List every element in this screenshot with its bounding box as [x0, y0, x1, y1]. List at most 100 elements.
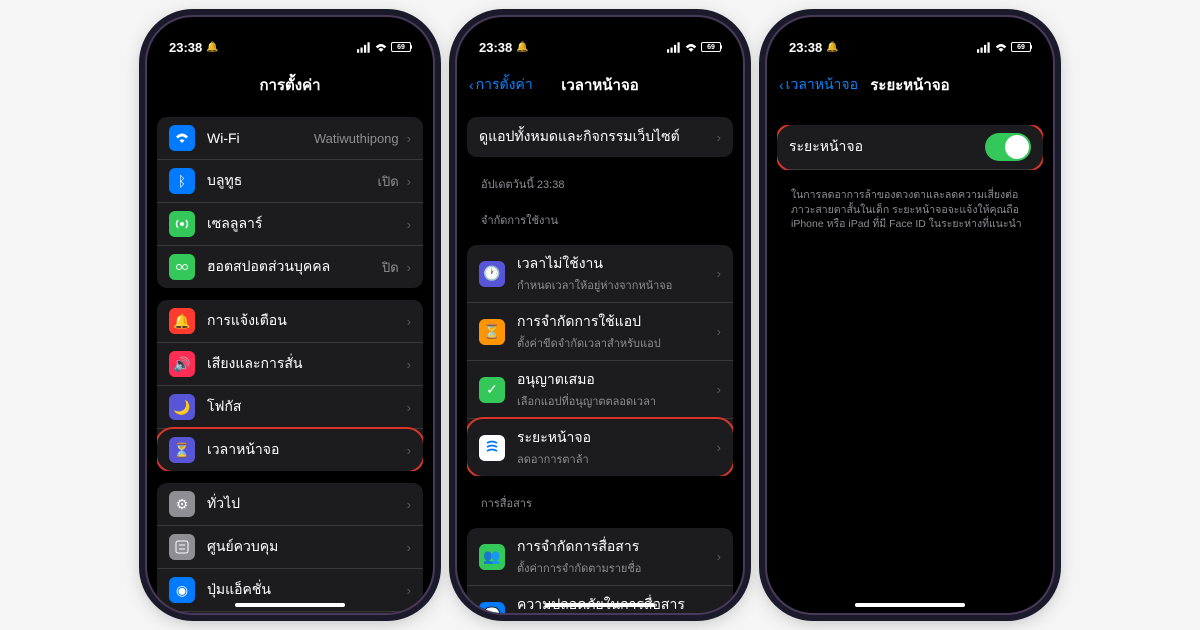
row-focus[interactable]: 🌙โฟกัส› — [157, 386, 423, 429]
row-comm-limits[interactable]: 👥การจำกัดการสื่อสารตั้งค่าการจำกัดตามราย… — [467, 528, 733, 586]
home-indicator[interactable] — [855, 603, 965, 607]
chevron-right-icon: › — [717, 382, 721, 397]
row-wifi[interactable]: Wi-FiWatiwuthipong› — [157, 117, 423, 160]
chevron-right-icon: › — [717, 549, 721, 564]
chevron-right-icon: › — [717, 266, 721, 281]
row-sounds[interactable]: 🔊 เสียงและการสั่น › — [157, 343, 423, 386]
row-subtitle: ลดอาการตาล้า — [517, 450, 713, 468]
row-label: ฮอตสปอตส่วนบุคคล — [207, 256, 382, 278]
downtime-icon: 🕐 — [479, 261, 505, 287]
page-title: การตั้งค่า — [259, 73, 320, 97]
chevron-right-icon: › — [407, 260, 411, 275]
chevron-right-icon: › — [407, 217, 411, 232]
bluetooth-icon: ᛒ — [169, 168, 195, 194]
comm-limits-icon: 👥 — [479, 544, 505, 570]
row-control-center[interactable]: ศูนย์ควบคุม › — [157, 526, 423, 569]
sounds-icon: 🔊 — [169, 351, 195, 377]
row-app-limits[interactable]: ⏳การจำกัดการใช้แอปตั้งค่าขีดจำกัดเวลาสำห… — [467, 303, 733, 361]
row-hotspot[interactable]: ฮอตสปอตส่วนบุคคลปิด › — [157, 246, 423, 288]
row-subtitle: กำหนดเวลาให้อยู่ห่างจากหน้าจอ — [517, 276, 713, 294]
action-button-icon: ◉ — [169, 577, 195, 603]
screentime-list[interactable]: ดูแอปทั้งหมดและกิจกรรมเว็บไซต์› อัปเดตวั… — [457, 105, 743, 613]
row-label: อนุญาตเสมอ — [517, 369, 713, 391]
row-display[interactable]: ☀จอภาพและความสว่าง› — [157, 612, 423, 613]
phone-screentime: 23:38🔔 69 ‹การตั้งค่า เวลาหน้าจอ ดูแอปทั… — [455, 15, 745, 615]
row-all-activity[interactable]: ดูแอปทั้งหมดและกิจกรรมเว็บไซต์› — [467, 117, 733, 157]
wifi-icon — [169, 125, 195, 151]
page-title: เวลาหน้าจอ — [561, 73, 639, 97]
home-indicator[interactable] — [545, 603, 655, 607]
nav-bar: การตั้งค่า — [147, 65, 433, 105]
chevron-right-icon: › — [407, 131, 411, 146]
row-always-allowed[interactable]: ✓อนุญาตเสมอเลือกแอปที่อนุญาตตลอดเวลา› — [467, 361, 733, 419]
home-indicator[interactable] — [235, 603, 345, 607]
toggle-label: ระยะหน้าจอ — [789, 136, 985, 158]
status-time: 23:38 — [169, 40, 202, 55]
chevron-left-icon: ‹ — [469, 77, 474, 93]
row-general[interactable]: ⚙ทั่วไป› — [157, 483, 423, 526]
row-comm-safety[interactable]: 💬ความปลอดภัยในการสื่อสารปกป้องจากเนื้อหา… — [467, 586, 733, 613]
page-title: ระยะหน้าจอ — [870, 73, 949, 97]
row-label: โฟกัส — [207, 396, 403, 418]
chevron-right-icon: › — [717, 607, 721, 613]
screen-distance-content: ระยะหน้าจอ ในการลดอาการล้าของดวงตาและลดค… — [767, 105, 1053, 613]
chevron-right-icon: › — [407, 174, 411, 189]
row-label: เวลาหน้าจอ — [207, 439, 403, 461]
hotspot-icon — [169, 254, 195, 280]
chevron-right-icon: › — [407, 497, 411, 512]
row-label: การแจ้งเตือน — [207, 310, 403, 332]
screen-distance-toggle[interactable] — [985, 133, 1031, 161]
row-screentime[interactable]: ⏳ เวลาหน้าจอ › — [157, 429, 423, 471]
battery-icon: 69 — [701, 42, 721, 52]
row-cellular[interactable]: เซลลูลาร์ › — [157, 203, 423, 246]
phone-settings: 23:38🔔 69 การตั้งค่า Wi-FiWatiwuthipong›… — [145, 15, 435, 615]
row-label: เสียงและการสั่น — [207, 353, 403, 375]
group-communication: 👥การจำกัดการสื่อสารตั้งค่าการจำกัดตามราย… — [467, 528, 733, 613]
wifi-status-icon — [374, 42, 388, 53]
settings-list[interactable]: Wi-FiWatiwuthipong› ᛒบลูทูธเปิด› เซลลูลา… — [147, 105, 433, 613]
dynamic-island — [555, 32, 645, 60]
row-screen-distance[interactable]: ระยะหน้าจอลดอาการตาล้า› — [467, 419, 733, 476]
control-center-icon — [169, 534, 195, 560]
row-downtime[interactable]: 🕐 เวลาไม่ใช้งานกำหนดเวลาให้อยู่ห่างจากหน้… — [467, 245, 733, 303]
row-label: เซลลูลาร์ — [207, 213, 403, 235]
focus-icon: 🌙 — [169, 394, 195, 420]
status-time: 23:38 — [789, 40, 822, 55]
comm-safety-icon: 💬 — [479, 602, 505, 614]
row-notifications[interactable]: 🔔การแจ้งเตือน› — [157, 300, 423, 343]
row-value: ปิด — [382, 257, 403, 278]
row-label: ดูแอปทั้งหมดและกิจกรรมเว็บไซต์ — [479, 126, 713, 148]
battery-icon: 69 — [391, 42, 411, 52]
watermark: TANJEN.NET — [1034, 262, 1050, 369]
signal-icon — [977, 42, 991, 53]
group-usage-limits: 🕐 เวลาไม่ใช้งานกำหนดเวลาให้อยู่ห่างจากหน้… — [467, 245, 733, 476]
status-time: 23:38 — [479, 40, 512, 55]
row-label: ศูนย์ควบคุม — [207, 536, 403, 558]
group-toggle: ระยะหน้าจอ — [777, 125, 1043, 170]
row-bluetooth[interactable]: ᛒบลูทูธเปิด› — [157, 160, 423, 203]
bell-icon: 🔔 — [206, 42, 218, 53]
dynamic-island — [865, 32, 955, 60]
back-button[interactable]: ‹การตั้งค่า — [469, 74, 533, 96]
chevron-right-icon: › — [407, 443, 411, 458]
back-label: เวลาหน้าจอ — [786, 74, 858, 96]
row-label: เวลาไม่ใช้งาน — [517, 253, 713, 275]
screentime-icon: ⏳ — [169, 437, 195, 463]
chevron-right-icon: › — [717, 324, 721, 339]
nav-bar: ‹เวลาหน้าจอ ระยะหน้าจอ — [767, 65, 1053, 105]
chevron-right-icon: › — [407, 583, 411, 598]
row-subtitle: ตั้งค่าขีดจำกัดเวลาสำหรับแอป — [517, 334, 713, 352]
row-label: ปุ่มแอ็คชั่น — [207, 579, 403, 601]
chevron-right-icon: › — [407, 540, 411, 555]
chevron-right-icon: › — [407, 357, 411, 372]
row-subtitle: ตั้งค่าการจำกัดตามรายชื่อ — [517, 559, 713, 577]
updated-label: อัปเดตวันนี้ 23:38 — [467, 169, 733, 197]
row-value: Watiwuthipong — [314, 131, 403, 146]
section-header: การสื่อสาร — [467, 488, 733, 516]
back-button[interactable]: ‹เวลาหน้าจอ — [779, 74, 858, 96]
row-label: การจำกัดการใช้แอป — [517, 311, 713, 333]
section-header: จำกัดการใช้งาน — [467, 205, 733, 233]
row-screen-distance-toggle[interactable]: ระยะหน้าจอ — [777, 125, 1043, 170]
settings-group-system: ⚙ทั่วไป› ศูนย์ควบคุม › ◉ ปุ่มแอ็คชั่น › ☀จอ… — [157, 483, 423, 613]
battery-icon: 69 — [1011, 42, 1031, 52]
